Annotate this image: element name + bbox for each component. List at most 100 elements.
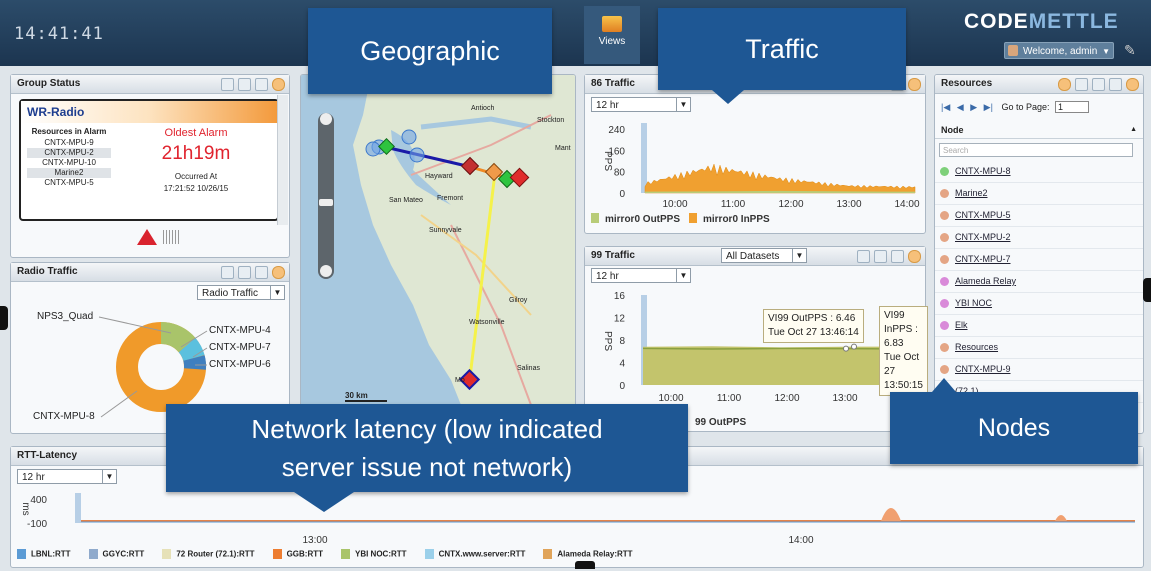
map-node-circle[interactable] <box>365 141 381 157</box>
resource-item-label: YBI NOC <box>955 298 993 308</box>
rtt-range-select[interactable]: 12 hr ▼ <box>17 469 117 484</box>
traffic99-dataset-select[interactable]: All Datasets ▼ <box>721 248 807 263</box>
maximize-icon[interactable] <box>255 78 268 91</box>
views-button[interactable]: Views <box>584 6 640 64</box>
node-column-header[interactable]: Node ▲ <box>935 121 1143 139</box>
map-place-mant: Mant <box>555 145 571 152</box>
rtt-legend-item[interactable]: LBNL:RTT <box>17 549 71 559</box>
traffic99-range-select[interactable]: 12 hr ▼ <box>591 268 691 283</box>
range-band <box>641 123 647 193</box>
legend-label-inpps: mirror0 InPPS <box>703 214 770 225</box>
settings-icon[interactable] <box>908 250 921 263</box>
maximize-icon[interactable] <box>255 266 268 279</box>
settings-icon[interactable] <box>272 266 285 279</box>
table-icon[interactable] <box>221 266 234 279</box>
export-icon[interactable] <box>1092 78 1105 91</box>
user-icon <box>1008 45 1018 56</box>
legend-label: GGYC:RTT <box>102 549 145 559</box>
export-icon[interactable] <box>238 78 251 91</box>
map-place-salinas: Salinas <box>517 365 540 372</box>
table-icon[interactable] <box>1075 78 1088 91</box>
alarm-resource-item[interactable]: CNTX-MPU-5 <box>27 178 111 188</box>
map-canvas[interactable] <box>301 75 576 432</box>
traffic99-tooltip-out: VI99 OutPPS : 6.46 Tue Oct 27 13:46:14 <box>763 309 864 343</box>
callout-latency-pointer <box>294 492 354 512</box>
expand-handle[interactable] <box>575 561 595 569</box>
settings-icon[interactable] <box>908 78 921 91</box>
zoom-slider-track[interactable] <box>318 113 334 279</box>
last-page-icon[interactable]: ▶| <box>984 102 993 112</box>
series-ggb-spike <box>1055 515 1067 521</box>
tooltip-in-line2: Tue Oct 27 13:50:15 <box>884 352 923 391</box>
alarm-resource-item[interactable]: Marine2 <box>27 168 111 178</box>
group-status-header: Group Status <box>11 75 289 94</box>
resource-item[interactable]: Alameda Relay <box>935 271 1143 293</box>
maximize-icon[interactable] <box>1109 78 1122 91</box>
left-collapse-handle[interactable] <box>0 306 8 330</box>
table-icon[interactable] <box>221 78 234 91</box>
y-tick-label: 0 <box>619 381 625 392</box>
next-page-icon[interactable]: ▶ <box>970 102 977 112</box>
callout-latency-line1: Network latency (low indicated <box>251 414 603 444</box>
zoom-slider-handle[interactable] <box>319 199 333 206</box>
map-place-watsonville: Watsonville <box>469 319 505 326</box>
resource-item[interactable]: CNTX-MPU-8 <box>935 161 1143 183</box>
rtt-latency-title: RTT-Latency <box>17 450 78 461</box>
group-card[interactable]: WR-Radio Resources in Alarm CNTX-MPU-9 CN… <box>19 99 279 221</box>
tooltip-in-line1: VI99 InPPS : 6.83 <box>884 310 918 349</box>
map-node-circle[interactable] <box>401 129 417 145</box>
resource-item[interactable]: Elk <box>935 315 1143 337</box>
chevron-down-icon: ▼ <box>676 98 690 111</box>
y-tick-label: 12 <box>614 314 626 325</box>
legend-label-outpps: 99 OutPPS <box>695 417 746 428</box>
settings-icon[interactable] <box>1126 78 1139 91</box>
x-tick-label: 14:00 <box>788 535 813 546</box>
y-tick-label: -100 <box>27 519 47 530</box>
chevron-down-icon: ▼ <box>102 470 116 483</box>
prev-page-icon[interactable]: ◀ <box>957 102 964 112</box>
rtt-legend-item[interactable]: GGYC:RTT <box>88 549 145 559</box>
brand-code: CODE <box>964 10 1029 33</box>
group-card-title: WR-Radio <box>21 101 277 123</box>
callout-nodes-pointer <box>932 378 956 392</box>
resource-search-input[interactable]: Search <box>939 143 1133 157</box>
maximize-icon[interactable] <box>891 250 904 263</box>
rtt-legend-item[interactable]: YBI NOC:RTT <box>341 549 407 559</box>
right-collapse-handle[interactable] <box>1143 278 1151 302</box>
page-input[interactable]: 1 <box>1055 101 1089 113</box>
table-icon[interactable] <box>857 250 870 263</box>
legend-label: YBI NOC:RTT <box>355 549 407 559</box>
resource-item[interactable]: CNTX-MPU-2 <box>935 227 1143 249</box>
resource-item[interactable]: Marine2 <box>935 183 1143 205</box>
hover-marker-in <box>851 343 857 350</box>
alarm-resource-item[interactable]: CNTX-MPU-10 <box>27 158 111 168</box>
zoom-out-button[interactable] <box>320 265 332 277</box>
resource-item-label: Marine2 <box>955 188 988 198</box>
zoom-in-button[interactable] <box>320 113 332 125</box>
rtt-legend-item[interactable]: CNTX.www.server:RTT <box>424 549 525 559</box>
pin-icon[interactable]: ✎ <box>1124 42 1136 59</box>
settings-icon[interactable] <box>272 78 285 91</box>
donut-slice-nps3 <box>160 321 196 353</box>
map-node-circle[interactable] <box>409 147 425 163</box>
traffic86-range-value: 12 hr <box>596 100 619 111</box>
resource-item[interactable]: CNTX-MPU-5 <box>935 205 1143 227</box>
radio-traffic-select[interactable]: Radio Traffic ▼ <box>197 285 285 300</box>
refresh-icon[interactable] <box>1058 78 1071 91</box>
resource-item[interactable]: Resources <box>935 337 1143 359</box>
resource-item[interactable]: YBI NOC <box>935 293 1143 315</box>
alarm-resource-item[interactable]: CNTX-MPU-2 <box>27 148 111 158</box>
card-scrollbar[interactable] <box>277 95 288 225</box>
alarm-resource-item[interactable]: CNTX-MPU-9 <box>27 138 111 148</box>
rtt-legend-item[interactable]: GGB:RTT <box>272 549 323 559</box>
first-page-icon[interactable]: |◀ <box>941 102 950 112</box>
panel-tools <box>221 78 285 91</box>
rtt-legend-item[interactable]: 72 Router (72.1):RTT <box>162 549 255 559</box>
resource-item[interactable]: CNTX-MPU-7 <box>935 249 1143 271</box>
user-menu[interactable]: Welcome, admin ▼ <box>1004 42 1114 59</box>
export-icon[interactable] <box>874 250 887 263</box>
resource-item[interactable]: CNTX-MPU-9 <box>935 359 1143 381</box>
rtt-legend-item[interactable]: Alameda Relay:RTT <box>543 549 633 559</box>
export-icon[interactable] <box>238 266 251 279</box>
traffic86-range-select[interactable]: 12 hr ▼ <box>591 97 691 112</box>
